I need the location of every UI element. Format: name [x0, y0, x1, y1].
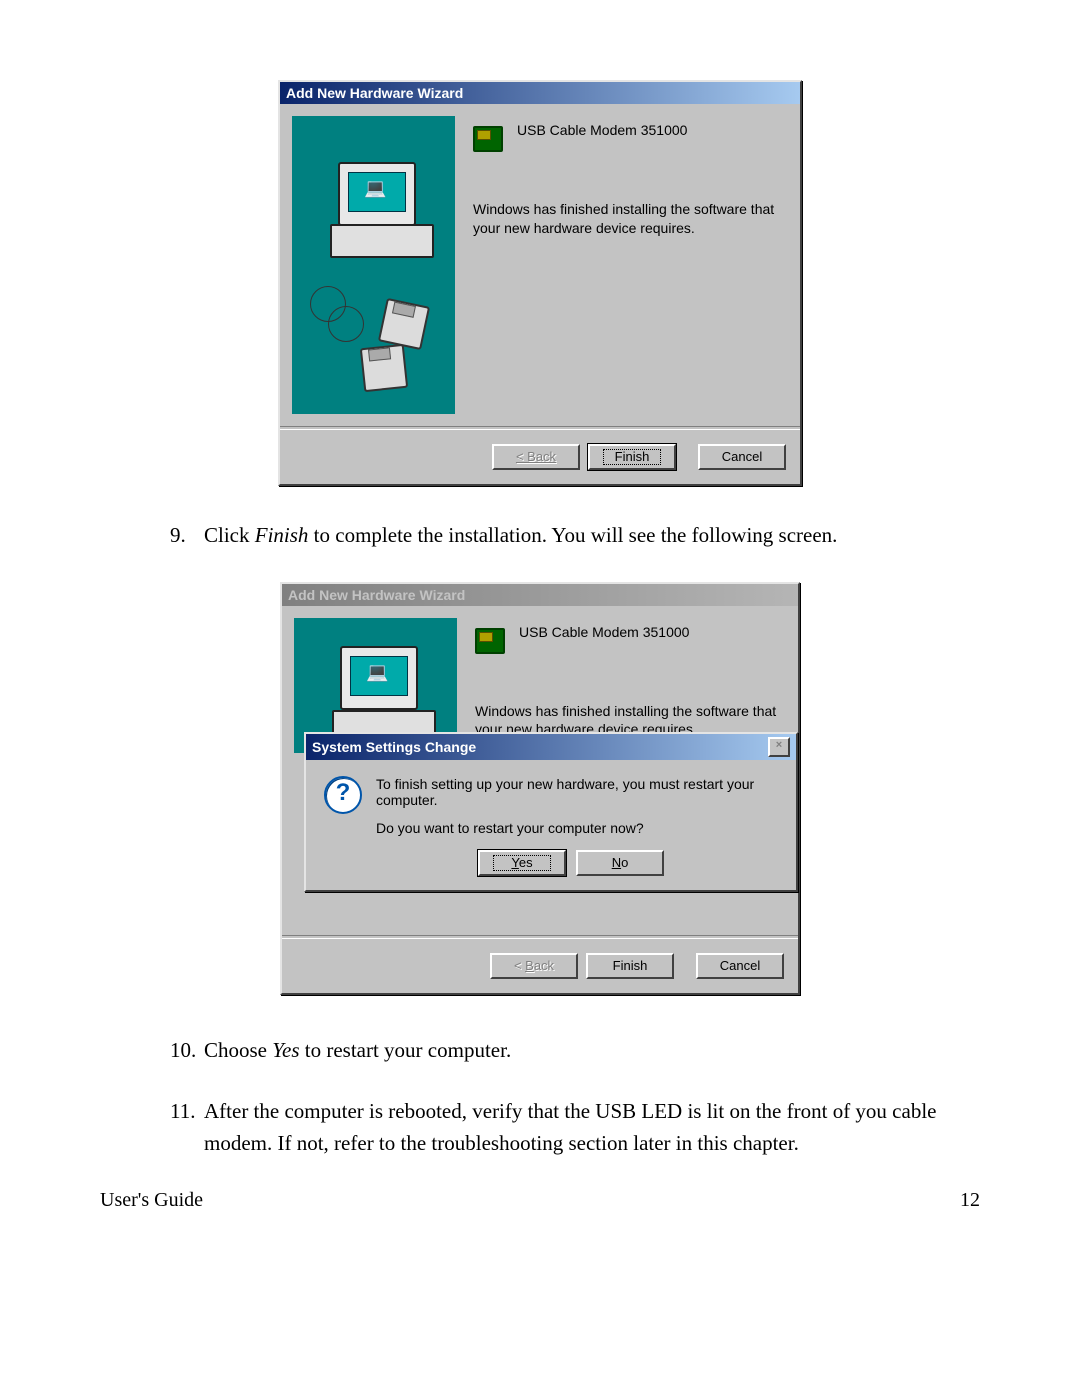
step-10: Choose Yes to restart your computer. — [170, 1035, 980, 1067]
back-button: < Back — [490, 953, 578, 979]
device-name: USB Cable Modem 351000 — [517, 122, 687, 138]
finish-button[interactable]: Finish — [586, 953, 674, 979]
device-icon — [475, 624, 507, 656]
step-9: Click Finish to complete the installatio… — [170, 520, 980, 552]
back-button: < Back — [492, 444, 580, 470]
titlebar[interactable]: System Settings Change × — [306, 734, 796, 760]
titlebar-text: Add New Hardware Wizard — [286, 85, 463, 101]
footer-left: User's Guide — [100, 1189, 203, 1212]
titlebar[interactable]: Add New Hardware Wizard — [282, 584, 798, 606]
question-icon: ? — [324, 776, 362, 814]
page-footer: User's Guide 12 — [100, 1189, 980, 1212]
wizard-sidebar-image — [292, 116, 455, 414]
yes-button[interactable]: Yes — [478, 850, 566, 876]
ssc-line1: To finish setting up your new hardware, … — [376, 776, 778, 808]
no-button[interactable]: No — [576, 850, 664, 876]
cancel-button[interactable]: Cancel — [698, 444, 786, 470]
titlebar[interactable]: Add New Hardware Wizard — [280, 82, 800, 104]
system-settings-change-dialog: System Settings Change × ? To finish set… — [304, 732, 798, 892]
hardware-wizard-1: Add New Hardware Wizard USB Cable Modem … — [278, 80, 802, 486]
titlebar-text: Add New Hardware Wizard — [288, 587, 465, 603]
footer-page-number: 12 — [960, 1189, 980, 1212]
finish-button[interactable]: Finish — [588, 444, 676, 470]
titlebar-text: System Settings Change — [312, 739, 476, 755]
instruction-list-2: Choose Yes to restart your computer. Aft… — [100, 1035, 980, 1160]
ssc-line2: Do you want to restart your computer now… — [376, 820, 778, 836]
device-name: USB Cable Modem 351000 — [519, 624, 689, 640]
cancel-button[interactable]: Cancel — [696, 953, 784, 979]
device-icon — [473, 122, 505, 154]
close-icon[interactable]: × — [768, 737, 790, 757]
instruction-list: Click Finish to complete the installatio… — [100, 520, 980, 552]
wizard-message: Windows has finished installing the soft… — [473, 200, 786, 238]
step-11: After the computer is rebooted, verify t… — [170, 1096, 980, 1159]
